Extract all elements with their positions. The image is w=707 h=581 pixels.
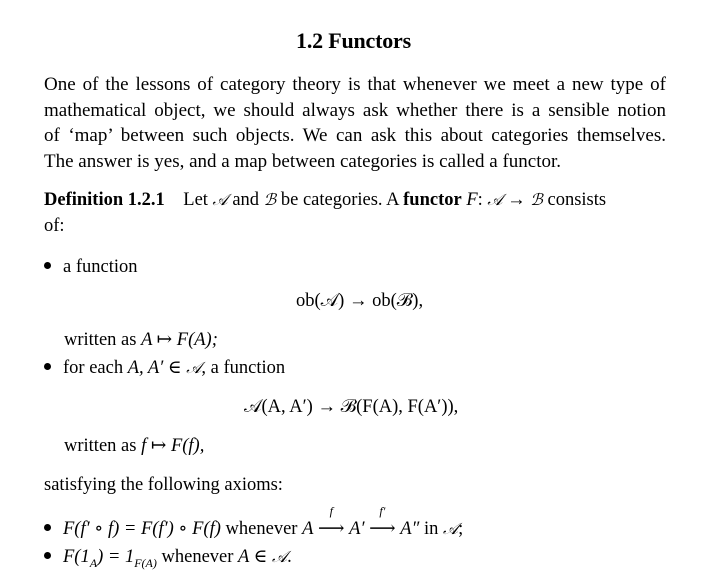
condition-formula: A ∈	[238, 547, 268, 567]
category-a-symbol: 𝒜	[186, 358, 202, 377]
definition-label: Definition 1.2.1	[44, 190, 165, 210]
axiom-formula: ) = 1	[97, 547, 135, 567]
object-symbol: A′	[349, 519, 365, 539]
definition-text-of: of:	[44, 216, 65, 236]
definition-header: Definition 1.2.1 Let 𝒜 and ℬ be categori…	[44, 190, 666, 211]
written-as-line: written as A ↦ F(A);	[64, 329, 218, 351]
object-symbol: A	[302, 519, 314, 539]
section-heading: 1.2 Functors	[296, 28, 411, 53]
category-a-symbol: 𝒜	[442, 519, 459, 538]
category-b-symbol: ℬ	[530, 190, 543, 209]
item-intro: a function	[63, 257, 138, 277]
punctuation: .	[287, 547, 292, 567]
whenever-text: whenever	[161, 547, 234, 567]
mapping-formula: f ↦ F(f),	[141, 436, 205, 456]
bullet-icon	[44, 524, 51, 532]
category-a-symbol: 𝒜	[487, 190, 503, 209]
written-as-line: written as f ↦ F(f),	[64, 435, 204, 457]
definition-text: consists	[547, 190, 607, 210]
written-as-text: written as	[64, 330, 137, 350]
punctuation: ;	[458, 519, 464, 539]
bullet-icon	[44, 363, 51, 371]
intro-line: One of the lessons of category theory is…	[44, 74, 666, 95]
written-as-text: written as	[64, 436, 137, 456]
subscript: F(A)	[134, 556, 157, 570]
subscript: A	[89, 556, 98, 570]
category-b-symbol: ℬ	[263, 190, 277, 209]
whenever-text: whenever	[225, 519, 298, 539]
intro-line: The answer is yes, and a map between cat…	[44, 150, 562, 172]
functor-symbol: F	[466, 190, 478, 210]
bullet-icon	[44, 262, 51, 270]
axiom-formula: F(f′ ∘ f) = F(f′) ∘ F(f)	[63, 519, 221, 539]
item-intro: for each	[63, 358, 124, 378]
intro-line: mathematical object, we should always as…	[44, 99, 666, 121]
axiom-item: F(1A) = 1F(A) whenever A ∈ 𝒜.	[44, 546, 292, 570]
display-formula: 𝒜(A, A′) → ℬ(F(A), F(A′)),	[244, 396, 458, 418]
long-arrow-icon: ⟶	[369, 519, 396, 539]
intro-line: of ‘map’ between such objects. We can as…	[44, 125, 666, 146]
list-item: for each A, A′ ∈ 𝒜, a function	[44, 357, 285, 379]
definition-text: and	[232, 190, 260, 210]
long-arrow-icon: ⟶	[318, 519, 345, 539]
defined-term: functor	[403, 190, 462, 210]
item-vars: A, A′ ∈	[127, 358, 182, 378]
formula-left: ob(𝒜)	[296, 291, 345, 311]
item-intro-suffix: , a function	[201, 358, 286, 378]
formula-left: 𝒜(A, A′)	[244, 397, 313, 417]
intro-paragraph: One of the lessons of category theory is…	[44, 72, 666, 174]
arrow-label: f	[329, 504, 333, 518]
labeled-arrow: f ⟶	[318, 504, 345, 540]
axiom-formula: F(1	[63, 547, 90, 567]
formula-right: ℬ(F(A), F(A′)),	[340, 397, 459, 417]
list-item: a function	[44, 257, 138, 278]
object-symbol: A″	[400, 519, 420, 539]
arrow-symbol: →	[317, 397, 336, 417]
category-a-symbol: 𝒜	[212, 190, 228, 209]
in-text: in	[423, 519, 439, 539]
definition-text: be categories. A	[280, 190, 399, 210]
axioms-intro: satisfying the following axioms:	[44, 475, 283, 495]
colon: :	[477, 190, 483, 210]
arrow-symbol: →	[507, 190, 526, 210]
formula-right: ob(ℬ),	[372, 291, 424, 311]
display-formula: ob(𝒜) → ob(ℬ),	[296, 290, 423, 312]
category-a-symbol: 𝒜	[271, 547, 288, 566]
arrow-label: f′	[379, 504, 386, 518]
axiom-item: F(f′ ∘ f) = F(f′) ∘ F(f) whenever A f ⟶ A…	[44, 504, 464, 540]
mapping-formula: A ↦ F(A);	[141, 330, 218, 350]
definition-text: Let	[183, 190, 208, 210]
labeled-arrow: f′ ⟶	[369, 504, 396, 540]
arrow-symbol: →	[348, 291, 368, 311]
bullet-icon	[44, 552, 51, 560]
